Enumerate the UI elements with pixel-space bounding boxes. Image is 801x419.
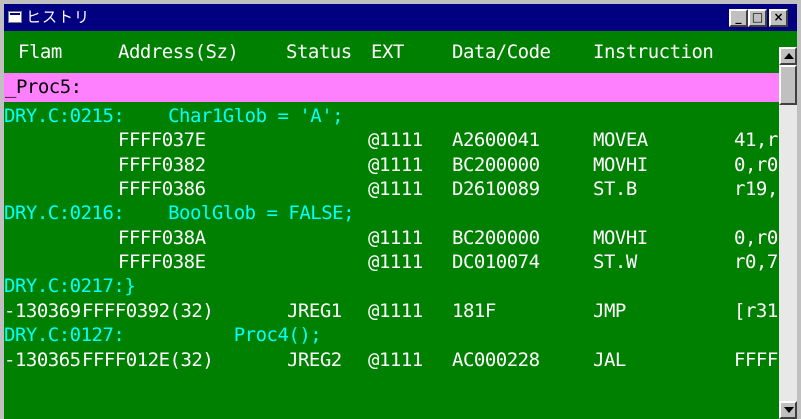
- header-strip: [779, 31, 797, 47]
- operand-cell: r0,7: [734, 251, 778, 273]
- operand-cell: r19,: [734, 178, 778, 200]
- source-line-row[interactable]: DRY.C:0127: Proc4();: [4, 322, 779, 348]
- column-header-address: Address(Sz): [118, 41, 239, 63]
- address-cell: FFFF012E(32): [82, 349, 214, 371]
- instruction-cell: MOVEA: [593, 129, 648, 151]
- window-icon[interactable]: [8, 11, 22, 23]
- ext-cell: @1111: [368, 349, 423, 371]
- operand-cell: [r31: [734, 300, 778, 322]
- trace-row[interactable]: FFFF0386 @1111 D2610089 ST.B r19,: [4, 176, 779, 202]
- source-line-text: DRY.C:0215: Char1Glob = 'A';: [4, 105, 344, 127]
- instruction-cell: MOVHI: [593, 227, 648, 249]
- address-cell: FFFF0392(32): [82, 300, 214, 322]
- data-cell: DC010074: [452, 251, 540, 273]
- data-cell: A2600041: [452, 129, 540, 151]
- minimize-button[interactable]: _: [729, 9, 748, 27]
- instruction-cell: JAL: [593, 349, 626, 371]
- ext-cell: @1111: [368, 154, 423, 176]
- trace-row[interactable]: FFFF0382 @1111 BC200000 MOVHI 0,r0: [4, 152, 779, 178]
- address-cell: FFFF037E: [118, 129, 206, 151]
- instruction-cell: ST.B: [593, 178, 637, 200]
- column-header-instruction: Instruction: [593, 41, 714, 63]
- source-line-text: DRY.C:0127: Proc4();: [4, 324, 322, 346]
- ext-cell: @1111: [368, 178, 423, 200]
- vertical-scrollbar[interactable]: [779, 47, 797, 419]
- instruction-cell: ST.W: [593, 251, 637, 273]
- address-cell: FFFF0386: [118, 178, 206, 200]
- procedure-label-row[interactable]: _Proc5:: [4, 73, 779, 102]
- window-title: ヒストリ: [26, 8, 91, 26]
- trace-row[interactable]: FFFF037E @1111 A2600041 MOVEA 41,r: [4, 127, 779, 153]
- column-header-data: Data/Code: [452, 41, 551, 63]
- ext-cell: @1111: [368, 251, 423, 273]
- trace-row[interactable]: -130365 FFFF012E(32) JREG2 @1111 AC00022…: [4, 347, 779, 373]
- arrow-down-icon: [784, 407, 794, 413]
- data-cell: AC000228: [452, 349, 540, 371]
- status-cell: JREG1: [287, 300, 342, 322]
- trace-row[interactable]: -130369 FFFF0392(32) JREG1 @1111 181F JM…: [4, 298, 779, 324]
- status-cell: JREG2: [287, 349, 342, 371]
- close-button[interactable]: ×: [769, 9, 788, 27]
- address-cell: FFFF038E: [118, 251, 206, 273]
- data-cell: BC200000: [452, 154, 540, 176]
- operand-cell: FFFF: [734, 349, 778, 371]
- instruction-cell: MOVHI: [593, 154, 648, 176]
- scroll-thumb[interactable]: [779, 65, 797, 105]
- source-line-text: DRY.C:0216: BoolGlob = FALSE;: [4, 202, 355, 224]
- column-header-ext: EXT: [371, 41, 404, 63]
- source-line-text: DRY.C:0217:}: [4, 275, 136, 297]
- data-cell: 181F: [452, 300, 496, 322]
- title-bar[interactable]: ヒストリ _ □ ×: [4, 4, 797, 31]
- flam-cell: -130369: [4, 300, 81, 322]
- operand-cell: 0,r0: [734, 154, 778, 176]
- operand-cell: 0,r0: [734, 227, 778, 249]
- address-cell: FFFF0382: [118, 154, 206, 176]
- trace-row[interactable]: FFFF038E @1111 DC010074 ST.W r0,7: [4, 249, 779, 275]
- maximize-button[interactable]: □: [748, 9, 767, 27]
- data-cell: BC200000: [452, 227, 540, 249]
- source-line-row[interactable]: DRY.C:0217:}: [4, 273, 779, 299]
- ext-cell: @1111: [368, 129, 423, 151]
- arrow-up-icon: [784, 53, 794, 59]
- column-header-status: Status: [286, 41, 352, 63]
- column-header-flam: Flam: [18, 41, 62, 63]
- procedure-label: _Proc5:: [5, 76, 82, 98]
- instruction-cell: JMP: [593, 300, 626, 322]
- trace-row[interactable]: FFFF038A @1111 BC200000 MOVHI 0,r0: [4, 225, 779, 251]
- scroll-down-button[interactable]: [779, 401, 797, 419]
- operand-cell: 41,r: [734, 129, 778, 151]
- address-cell: FFFF038A: [118, 227, 206, 249]
- column-header-row: Flam Address(Sz) Status EXT Data/Code In…: [4, 39, 779, 65]
- scroll-up-button[interactable]: [779, 47, 797, 65]
- history-content[interactable]: Flam Address(Sz) Status EXT Data/Code In…: [4, 31, 779, 419]
- data-cell: D2610089: [452, 178, 540, 200]
- flam-cell: -130365: [4, 349, 81, 371]
- source-line-row[interactable]: DRY.C:0215: Char1Glob = 'A';: [4, 103, 779, 129]
- history-window: ヒストリ _ □ × Flam Address(Sz) Status EXT D…: [0, 0, 801, 419]
- source-line-row[interactable]: DRY.C:0216: BoolGlob = FALSE;: [4, 200, 779, 226]
- ext-cell: @1111: [368, 227, 423, 249]
- ext-cell: @1111: [368, 300, 423, 322]
